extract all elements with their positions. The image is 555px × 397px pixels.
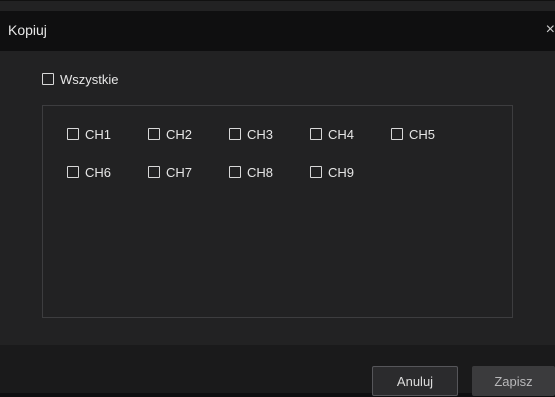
channel-label: CH9: [328, 164, 355, 180]
select-all-checkbox[interactable]: Wszystkie: [42, 71, 119, 87]
channel-checkbox-ch8[interactable]: CH8: [229, 164, 273, 180]
channel-checkbox-ch3[interactable]: CH3: [229, 126, 273, 142]
close-icon[interactable]: ×: [539, 20, 555, 40]
select-all-label: Wszystkie: [60, 71, 119, 87]
channel-label: CH5: [409, 126, 436, 142]
channel-label: CH3: [247, 126, 274, 142]
channel-list: CH1 CH2 CH3 CH4 CH5 CH6 CH7 CH8 CH9: [42, 105, 513, 318]
channel-checkbox-ch6[interactable]: CH6: [67, 164, 111, 180]
dialog-titlebar: Kopiuj ×: [0, 11, 555, 51]
channel-checkbox-ch4[interactable]: CH4: [310, 126, 354, 142]
dialog-footer: Anuluj Zapisz: [0, 345, 555, 396]
channel-checkbox-box[interactable]: [229, 128, 241, 140]
channel-checkbox-ch1[interactable]: CH1: [67, 126, 111, 142]
channel-checkbox-box[interactable]: [67, 166, 79, 178]
channel-label: CH7: [166, 164, 193, 180]
copy-dialog: Kopiuj × Wszystkie CH1 CH2 CH3 CH4 CH5 C: [0, 0, 555, 396]
channel-checkbox-ch2[interactable]: CH2: [148, 126, 192, 142]
channel-label: CH1: [85, 126, 112, 142]
channel-checkbox-ch9[interactable]: CH9: [310, 164, 354, 180]
channel-checkbox-box[interactable]: [310, 128, 322, 140]
select-all-checkbox-box[interactable]: [42, 73, 54, 85]
channel-label: CH2: [166, 126, 193, 142]
channel-checkbox-ch7[interactable]: CH7: [148, 164, 192, 180]
channel-checkbox-box[interactable]: [229, 166, 241, 178]
channel-checkbox-box[interactable]: [67, 128, 79, 140]
channel-label: CH8: [247, 164, 274, 180]
channel-checkbox-box[interactable]: [148, 166, 160, 178]
channel-checkbox-ch5[interactable]: CH5: [391, 126, 435, 142]
channel-checkbox-box[interactable]: [391, 128, 403, 140]
channel-label: CH6: [85, 164, 112, 180]
dialog-title: Kopiuj: [8, 22, 47, 38]
channel-label: CH4: [328, 126, 355, 142]
channel-checkbox-box[interactable]: [148, 128, 160, 140]
channel-checkbox-box[interactable]: [310, 166, 322, 178]
